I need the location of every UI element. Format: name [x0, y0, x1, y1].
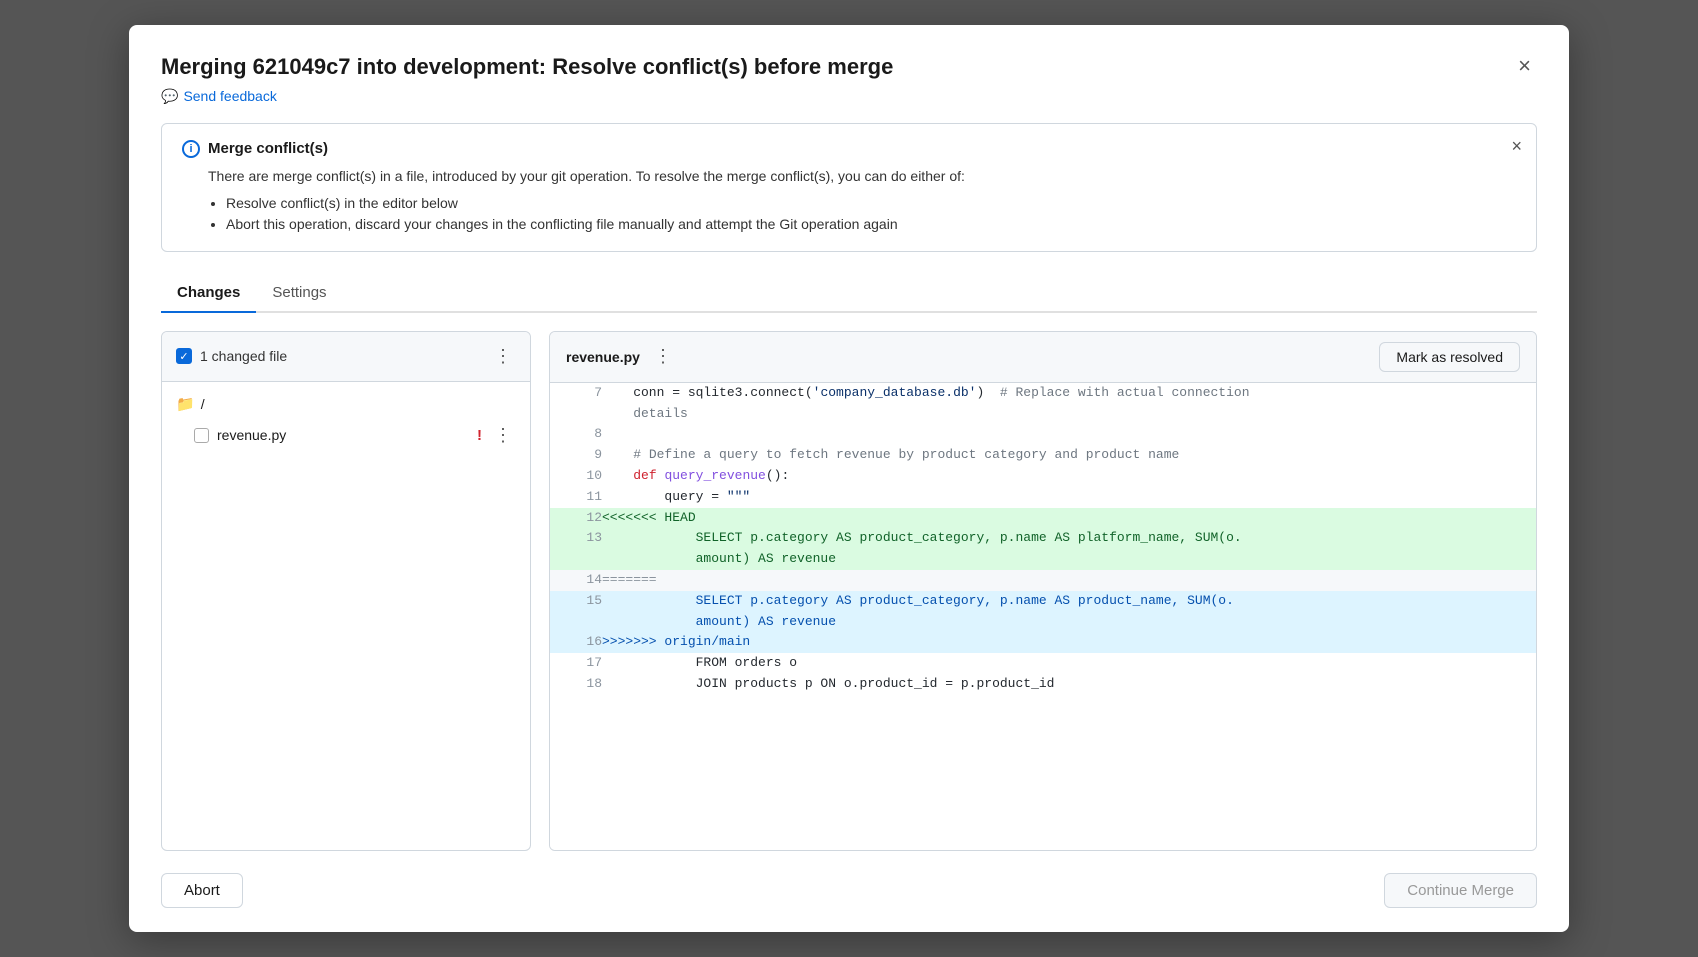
- continue-merge-button: Continue Merge: [1384, 873, 1537, 908]
- content-area: ✓ 1 changed file ⋮ 📁 / revenue.py ! ⋮: [161, 331, 1537, 851]
- info-banner-header: i Merge conflict(s): [182, 140, 1516, 158]
- file-checkbox[interactable]: [194, 428, 209, 443]
- changed-count: ✓ 1 changed file: [176, 348, 287, 364]
- select-all-checkbox[interactable]: ✓: [176, 348, 192, 364]
- info-bullet-2: Abort this operation, discard your chang…: [226, 214, 1516, 235]
- abort-button[interactable]: Abort: [161, 873, 243, 908]
- feedback-icon: 💬: [161, 88, 178, 105]
- file-options-button[interactable]: ⋮: [650, 344, 676, 369]
- file-row-revenue[interactable]: revenue.py ! ⋮: [162, 418, 530, 453]
- code-line-16: 16 >>>>>>> origin/main: [550, 632, 1536, 653]
- modal-close-button[interactable]: ×: [1512, 53, 1537, 79]
- folder-icon: 📁: [176, 395, 195, 413]
- file-menu-button[interactable]: ⋮: [490, 423, 516, 448]
- mark-resolved-button[interactable]: Mark as resolved: [1379, 342, 1520, 372]
- code-line-14: 14 =======: [550, 570, 1536, 591]
- file-tab-name: revenue.py: [566, 349, 640, 365]
- feedback-link[interactable]: 💬 Send feedback: [161, 88, 277, 105]
- code-line-7: 7 conn = sqlite3.connect('company_databa…: [550, 383, 1536, 404]
- modal-title: Merging 621049c7 into development: Resol…: [161, 53, 893, 82]
- code-line-17: 17 FROM orders o: [550, 653, 1536, 674]
- right-panel: revenue.py ⋮ Mark as resolved 7 conn = s…: [549, 331, 1537, 851]
- tab-settings[interactable]: Settings: [256, 276, 342, 313]
- code-line-18: 18 JOIN products p ON o.product_id = p.p…: [550, 674, 1536, 695]
- info-icon: i: [182, 140, 200, 158]
- left-panel: ✓ 1 changed file ⋮ 📁 / revenue.py ! ⋮: [161, 331, 531, 851]
- code-line-12: 12 <<<<<<< HEAD: [550, 508, 1536, 529]
- code-table: 7 conn = sqlite3.connect('company_databa…: [550, 383, 1536, 695]
- code-editor[interactable]: 7 conn = sqlite3.connect('company_databa…: [550, 383, 1536, 850]
- info-banner-close-button[interactable]: ×: [1511, 136, 1522, 157]
- tab-changes[interactable]: Changes: [161, 276, 256, 313]
- info-bullet-1: Resolve conflict(s) in the editor below: [226, 193, 1516, 214]
- conflict-badge: !: [477, 427, 482, 444]
- info-banner-body: There are merge conflict(s) in a file, i…: [208, 166, 1516, 235]
- merge-conflict-modal: Merging 621049c7 into development: Resol…: [129, 25, 1569, 932]
- tabs-bar: Changes Settings: [161, 276, 1537, 313]
- code-line-13-cont: amount) AS revenue: [550, 549, 1536, 570]
- code-line-7-cont: details: [550, 404, 1536, 425]
- code-line-11: 11 query = """: [550, 487, 1536, 508]
- file-tree: 📁 / revenue.py ! ⋮: [162, 382, 530, 850]
- code-line-15-cont: amount) AS revenue: [550, 612, 1536, 633]
- files-menu-button[interactable]: ⋮: [490, 344, 516, 369]
- code-line-15: 15 SELECT p.category AS product_category…: [550, 591, 1536, 612]
- code-line-13: 13 SELECT p.category AS product_category…: [550, 528, 1536, 549]
- left-panel-header: ✓ 1 changed file ⋮: [162, 332, 530, 382]
- code-line-9: 9 # Define a query to fetch revenue by p…: [550, 445, 1536, 466]
- modal-header: Merging 621049c7 into development: Resol…: [161, 53, 1537, 82]
- code-line-8: 8: [550, 424, 1536, 445]
- bottom-bar: Abort Continue Merge: [161, 873, 1537, 908]
- info-banner: i Merge conflict(s) There are merge conf…: [161, 123, 1537, 252]
- folder-row-root: 📁 /: [162, 390, 530, 418]
- right-panel-header: revenue.py ⋮ Mark as resolved: [550, 332, 1536, 383]
- code-line-10: 10 def query_revenue():: [550, 466, 1536, 487]
